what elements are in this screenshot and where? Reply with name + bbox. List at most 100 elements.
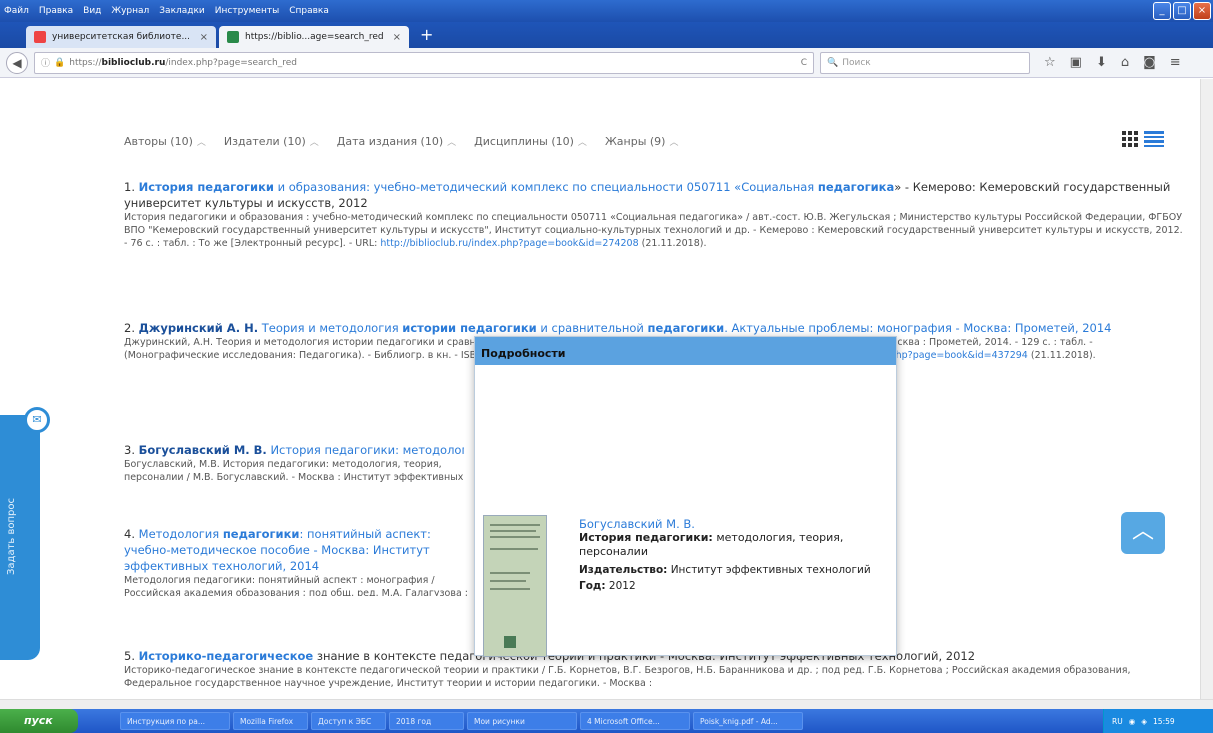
url-text[interactable]: https://biblioclub.ru/index.php?page=sea… [69, 58, 796, 68]
list-item: 3. Богуславский М. В. История педагогики… [124, 442, 464, 482]
toolbar-icons: ☆ ▣ ⬇ ⌂ ◙ ≡ [1044, 55, 1181, 70]
tab-bar: университетская библиоте... × https://bi… [0, 22, 1213, 48]
horizontal-scrollbar[interactable] [0, 699, 1213, 709]
task-list: Инструкция по ра... Mozilla Firefox Дост… [120, 712, 803, 730]
start-button[interactable]: пуск [0, 709, 78, 733]
task-item[interactable]: Мои рисунки [467, 712, 577, 730]
facet-disciplines[interactable]: Дисциплины (10) ︿ [474, 135, 587, 148]
taskbar: пуск Инструкция по ра... Mozilla Firefox… [0, 709, 1213, 733]
result-description: История педагогики и образования : учебн… [124, 212, 1183, 249]
menu-hamburger-icon[interactable]: ≡ [1170, 55, 1181, 70]
list-item: 4. Методология педагогики: понятийный ас… [124, 526, 469, 596]
clock: 15:59 [1153, 716, 1175, 726]
library-favicon-icon [34, 31, 46, 43]
bookmark-star-icon[interactable]: ☆ [1044, 55, 1056, 70]
chevron-up-icon: ︿ [1131, 519, 1154, 544]
clipboard-icon[interactable]: ▣ [1070, 55, 1082, 70]
task-item[interactable]: Poisk_knig.pdf - Ad... [693, 712, 803, 730]
book-publisher: Издательство: Институт эффективных техно… [579, 564, 871, 576]
home-icon[interactable]: ⌂ [1121, 55, 1129, 70]
menu-file[interactable]: Файл [4, 6, 29, 16]
result-heading: 3. Богуславский М. В. История педагогики… [124, 443, 464, 457]
list-view-icon[interactable] [1144, 131, 1164, 147]
scroll-up-button[interactable]: ︿ [1121, 512, 1165, 554]
chevron-up-icon: ︿ [669, 138, 679, 148]
back-button[interactable]: ◀ [6, 51, 28, 74]
language-indicator[interactable]: RU [1112, 717, 1123, 726]
result-title-link[interactable]: История педагогики [139, 180, 274, 194]
tab-title: университетская библиоте... [52, 32, 191, 42]
download-icon[interactable]: ⬇ [1096, 55, 1107, 70]
popup-header: Подробности [475, 337, 896, 365]
info-icon[interactable]: ⓘ [41, 56, 50, 69]
reload-icon[interactable]: C [801, 58, 807, 68]
tab-title: https://biblio...age=search_red [245, 32, 384, 42]
result-author-link[interactable]: Джуринский А. Н. [139, 321, 258, 335]
menu-help[interactable]: Справка [289, 6, 329, 16]
chevron-up-icon: ︿ [447, 138, 457, 148]
tab-close-icon[interactable]: × [393, 32, 401, 43]
facet-date[interactable]: Дата издания (10) ︿ [337, 135, 456, 148]
book-info: Богуславский М. В. История педагогики: м… [579, 517, 879, 593]
facet-publishers[interactable]: Издатели (10) ︿ [224, 135, 319, 148]
chevron-up-icon: ︿ [196, 138, 206, 148]
close-window-icon[interactable]: × [1193, 2, 1211, 20]
tab-library[interactable]: университетская библиоте... × [26, 26, 216, 48]
task-item[interactable]: Инструкция по ра... [120, 712, 230, 730]
search-placeholder: Поиск [842, 57, 871, 68]
facet-genres[interactable]: Жанры (9) ︿ [605, 135, 679, 148]
vertical-scrollbar[interactable] [1200, 79, 1213, 699]
result-heading: 4. Методология педагогики: понятийный ас… [124, 527, 431, 573]
result-description: Историко-педагогическое знание в контекс… [124, 665, 1131, 689]
menu-bar: Файл Правка Вид Журнал Закладки Инструме… [0, 6, 329, 16]
lock-icon: 🔒 [54, 57, 66, 68]
site-favicon-icon [227, 31, 239, 43]
ask-question-tab[interactable]: ✉ Задать вопрос [0, 407, 50, 660]
system-tray: RU ◉ ◈ 15:59 [1103, 709, 1213, 733]
maximize-icon[interactable]: □ [1173, 2, 1191, 20]
window-controls: _ □ × [1153, 2, 1211, 20]
task-item[interactable]: Доступ к ЭБС [311, 712, 386, 730]
menu-history[interactable]: Журнал [111, 6, 149, 16]
menu-edit[interactable]: Правка [39, 6, 73, 16]
chevron-up-icon: ︿ [577, 138, 587, 148]
task-item[interactable]: Mozilla Firefox [233, 712, 308, 730]
new-tab-button[interactable]: + [412, 25, 441, 46]
search-icon: 🔍 [827, 57, 839, 68]
navigation-bar: ◀ ⓘ 🔒 https://biblioclub.ru/index.php?pa… [0, 48, 1213, 78]
task-item[interactable]: 4 Microsoft Office... [580, 712, 690, 730]
menu-bookmarks[interactable]: Закладки [159, 6, 205, 16]
minimize-icon[interactable]: _ [1153, 2, 1171, 20]
tray-icon[interactable]: ◉ [1129, 717, 1136, 726]
book-title: История педагогики: методология, теория,… [579, 531, 844, 558]
result-heading: 1. История педагогики и образования: уче… [124, 180, 1171, 210]
list-item: 1. История педагогики и образования: уче… [124, 179, 1184, 250]
address-bar[interactable]: ⓘ 🔒 https://biblioclub.ru/index.php?page… [34, 51, 814, 74]
details-popup: Подробности Богуславский М. В. История п… [474, 336, 897, 657]
chevron-up-icon: ︿ [309, 138, 319, 148]
facet-bar: Авторы (10) ︿ Издатели (10) ︿ Дата издания… [124, 135, 678, 148]
menu-view[interactable]: Вид [83, 6, 101, 16]
result-description: Богуславский, М.В. История педагогики: м… [124, 459, 464, 482]
book-cover-image[interactable] [483, 515, 547, 657]
search-input[interactable]: 🔍 Поиск [820, 51, 1030, 74]
book-year: Год: 2012 [579, 580, 636, 592]
tab-close-icon[interactable]: × [200, 32, 208, 43]
ask-question-label: Задать вопрос [6, 498, 17, 575]
grid-view-icon[interactable] [1122, 131, 1140, 147]
menu-tools[interactable]: Инструменты [215, 6, 279, 16]
task-item[interactable]: 2018 год [389, 712, 464, 730]
view-toggle [1122, 131, 1164, 147]
result-title-link[interactable]: Историко-педагогическое [139, 649, 314, 663]
tab-search[interactable]: https://biblio...age=search_red × [219, 26, 409, 48]
result-heading: 2. Джуринский А. Н. Теория и методология… [124, 321, 1112, 335]
tray-icon[interactable]: ◈ [1141, 717, 1147, 726]
title-bar: Файл Правка Вид Журнал Закладки Инструме… [0, 0, 1213, 22]
pocket-icon[interactable]: ◙ [1143, 55, 1156, 70]
result-description: Методология педагогики: понятийный аспек… [124, 575, 469, 596]
chat-icon[interactable]: ✉ [24, 407, 50, 433]
result-author-link[interactable]: Богуславский М. В. [139, 443, 267, 457]
book-author-link[interactable]: Богуславский М. В. [579, 517, 879, 531]
facet-authors[interactable]: Авторы (10) ︿ [124, 135, 206, 148]
result-url-link[interactable]: http://biblioclub.ru/index.php?page=book… [380, 238, 638, 249]
